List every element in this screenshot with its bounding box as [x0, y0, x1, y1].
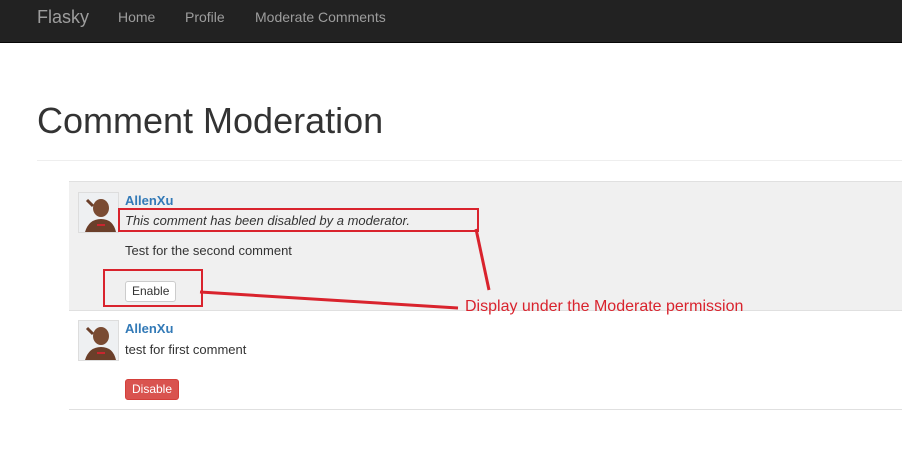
annotation-line	[474, 228, 491, 291]
annotation-arrows	[199, 228, 491, 310]
annotation-label: Display under the Moderate permission	[465, 298, 744, 315]
annotation-line	[199, 290, 459, 310]
